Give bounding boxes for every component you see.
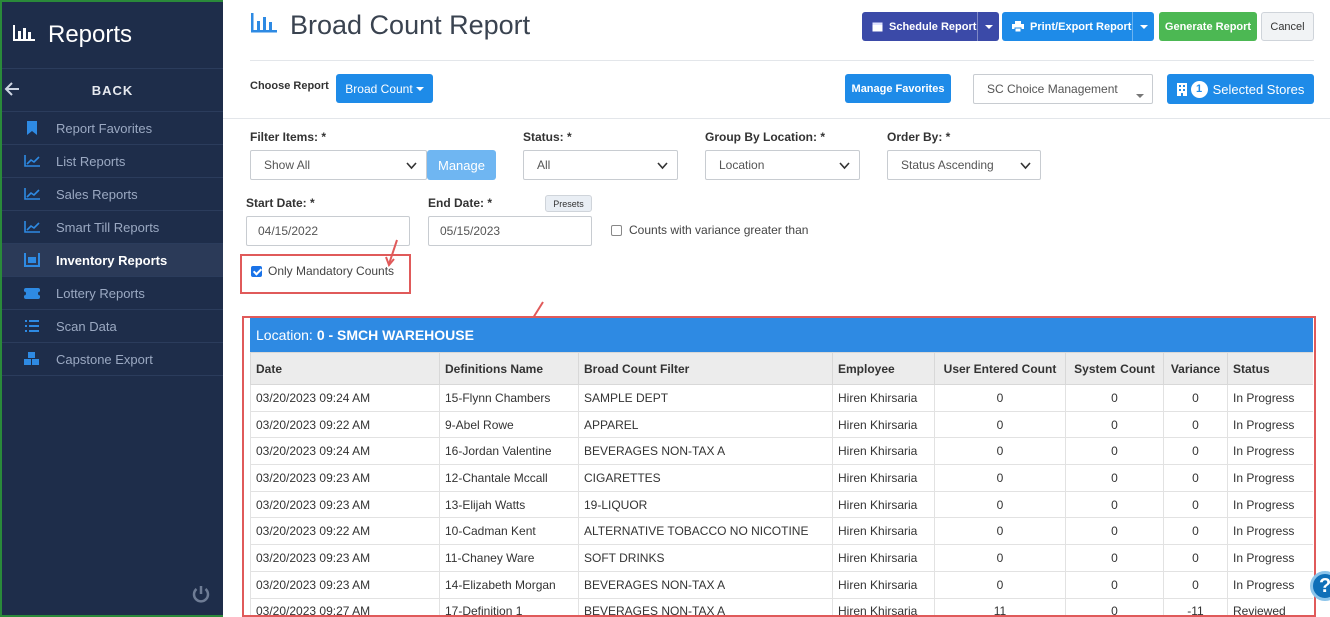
building-icon <box>1176 82 1187 96</box>
end-date-label: End Date: * <box>428 196 493 210</box>
chevron-down-icon <box>406 160 417 174</box>
cancel-button[interactable]: Cancel <box>1261 12 1314 41</box>
cancel-label: Cancel <box>1270 20 1305 33</box>
sidebar-title: Reports <box>48 21 133 48</box>
variance-checkbox[interactable] <box>611 224 622 236</box>
store-group-value: SC Choice Management <box>987 82 1118 96</box>
schedule-report-label: Schedule Report <box>889 20 977 33</box>
power-icon[interactable] <box>190 583 212 605</box>
arrow-left-icon <box>4 81 20 100</box>
choose-report-dropdown[interactable]: Broad Count <box>336 74 433 103</box>
group-by-location-label: Group By Location: * <box>705 130 825 144</box>
sidebar-item-label: Capstone Export <box>56 351 153 367</box>
main-content: Broad Count Report Schedule Report Print… <box>223 0 1330 617</box>
order-by-value: Status Ascending <box>901 158 994 172</box>
presets-button[interactable]: Presets <box>545 195 592 212</box>
start-date-label: Start Date: * <box>246 196 315 210</box>
sidebar-item-label: List Reports <box>56 153 126 169</box>
ticket-icon <box>24 285 40 301</box>
back-button[interactable]: BACK <box>2 68 223 112</box>
manage-favorites-label: Manage Favorites <box>851 82 945 95</box>
line-chart-icon <box>24 219 40 235</box>
sidebar-item-smart-till-reports[interactable]: Smart Till Reports <box>2 211 223 244</box>
sidebar-item-sales-reports[interactable]: Sales Reports <box>2 178 223 211</box>
calendar-icon <box>872 21 883 32</box>
back-label: BACK <box>91 82 134 98</box>
sidebar-item-label: Lottery Reports <box>56 285 145 301</box>
sidebar-item-label: Report Favorites <box>56 120 153 136</box>
filter-items-value: Show All <box>264 158 311 172</box>
caret-down-icon <box>415 86 424 91</box>
schedule-report-button[interactable]: Schedule Report <box>862 12 999 41</box>
selected-count-badge: 1 <box>1190 80 1208 98</box>
divider <box>250 60 1314 61</box>
line-chart-icon <box>24 186 40 202</box>
status-select[interactable]: All <box>523 150 678 180</box>
store-group-select[interactable]: SC Choice Management <box>973 74 1153 104</box>
list-icon <box>24 318 40 334</box>
page-title-text: Broad Count Report <box>290 10 531 40</box>
schedule-dropdown-toggle[interactable] <box>977 12 999 41</box>
variance-label: Counts with variance greater than <box>629 223 809 237</box>
manage-favorites-button[interactable]: Manage Favorites <box>845 74 951 103</box>
sidebar-item-label: Inventory Reports <box>56 252 168 268</box>
group-by-location-value: Location <box>719 158 765 172</box>
sidebar-item-report-favorites[interactable]: Report Favorites <box>2 112 223 145</box>
generate-report-label: Generate Report <box>1164 20 1252 33</box>
print-export-button[interactable]: Print/Export Report <box>1002 12 1154 41</box>
line-chart-icon <box>24 153 40 169</box>
order-by-label: Order By: * <box>887 130 951 144</box>
bookmark-icon <box>24 120 40 136</box>
sidebar: Reports BACK Report Favorites List Report… <box>0 0 223 617</box>
caret-down-icon <box>1139 24 1148 29</box>
group-by-location-select[interactable]: Location <box>705 150 860 180</box>
choose-report-value: Broad Count <box>345 81 413 96</box>
sidebar-item-lottery-reports[interactable]: Lottery Reports <box>2 277 223 310</box>
annotation-arrow-icon <box>385 239 398 267</box>
chevron-down-icon <box>839 160 850 174</box>
sidebar-item-label: Scan Data <box>56 318 117 334</box>
filter-items-label: Filter Items: * <box>250 130 327 144</box>
print-dropdown-toggle[interactable] <box>1132 12 1154 41</box>
sidebar-item-list-reports[interactable]: List Reports <box>2 145 223 178</box>
variance-checkbox-row[interactable]: Counts with variance greater than <box>611 223 808 237</box>
presets-label: Presets <box>553 198 584 209</box>
status-label: Status: * <box>523 130 572 144</box>
sidebar-item-inventory-reports[interactable]: Inventory Reports <box>2 244 223 277</box>
page-title: Broad Count Report <box>250 10 530 41</box>
printer-icon <box>1012 21 1024 32</box>
sidebar-item-label: Sales Reports <box>56 186 138 202</box>
question-icon: ? <box>1319 574 1330 597</box>
sidebar-item-scan-data[interactable]: Scan Data <box>2 310 223 343</box>
filter-items-select[interactable]: Show All <box>250 150 427 180</box>
bar-chart-icon <box>12 23 36 48</box>
order-by-select[interactable]: Status Ascending <box>887 150 1041 180</box>
manage-label: Manage <box>438 157 485 173</box>
sidebar-header: Reports <box>2 2 223 68</box>
inventory-icon <box>24 252 40 268</box>
print-export-label: Print/Export Report <box>1030 20 1132 33</box>
selected-stores-label: Selected Stores <box>1212 81 1305 97</box>
chevron-down-icon <box>657 160 668 174</box>
divider <box>223 118 1330 119</box>
caret-down-icon <box>1136 87 1144 101</box>
sidebar-item-label: Smart Till Reports <box>56 219 160 235</box>
sidebar-item-capstone-export[interactable]: Capstone Export <box>2 343 223 376</box>
cubes-icon <box>24 351 40 367</box>
choose-report-label: Choose Report <box>250 80 329 92</box>
bar-chart-icon <box>250 12 278 39</box>
end-date-input[interactable]: 05/15/2023 <box>428 216 592 246</box>
status-value: All <box>537 158 551 172</box>
generate-report-button[interactable]: Generate Report <box>1159 12 1257 41</box>
manage-button[interactable]: Manage <box>427 150 496 180</box>
chevron-down-icon <box>1020 160 1031 174</box>
annotation-box <box>242 316 1316 617</box>
selected-stores-button[interactable]: 1 Selected Stores <box>1167 74 1314 104</box>
caret-down-icon <box>984 24 993 29</box>
